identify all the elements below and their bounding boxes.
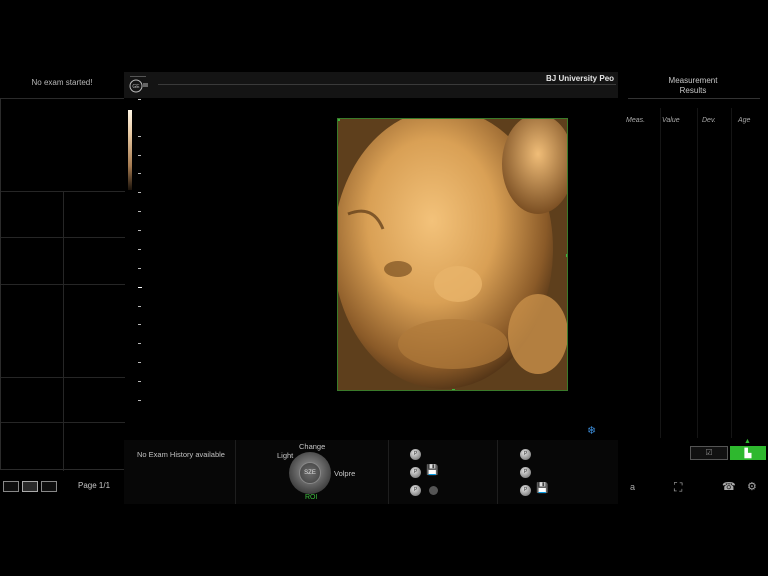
save-disk-icon-2[interactable]: 💾 [536, 483, 548, 494]
col-age: Age [738, 117, 751, 124]
measurement-title: Measurement Results [628, 76, 758, 96]
fetal-3d-image [338, 119, 567, 390]
measurement-divider [628, 98, 760, 99]
col-meas: Meas. [626, 117, 646, 124]
layout-list-button[interactable] [41, 481, 57, 492]
p4-button[interactable]: P [520, 449, 531, 460]
page-indicator: Page 1/1 [78, 481, 111, 490]
svg-text:GE: GE [132, 84, 140, 90]
p3-button[interactable]: P [410, 485, 421, 496]
measurement-title-line1: Measurement [668, 76, 718, 85]
record-icon[interactable] [429, 486, 438, 495]
thumbnail-grid [0, 98, 125, 471]
a-button[interactable]: a [630, 482, 635, 492]
header-bar [124, 72, 618, 98]
change-label: Change [299, 442, 326, 451]
layout-dual-button[interactable] [22, 481, 38, 492]
exam-history-label: No Exam History available [137, 450, 225, 459]
no-exam-label: No exam started! [31, 78, 93, 87]
measurement-title-line2: Results [679, 86, 707, 95]
grayscale-bar [128, 110, 132, 190]
render-roi[interactable] [337, 118, 568, 391]
p2-button[interactable]: P [410, 467, 421, 478]
header-divider [158, 84, 616, 85]
gear-icon[interactable]: ⚙ [747, 480, 757, 493]
save-disk-icon[interactable]: 💾 [426, 465, 438, 476]
p5-button[interactable]: P [520, 467, 531, 478]
roi-label: ROI [305, 494, 318, 501]
light-label: Light [277, 451, 294, 460]
volume-label: Volpre [334, 469, 356, 478]
rotation-center-button[interactable]: SZE [299, 462, 321, 484]
network-icon[interactable]: ⛶ [674, 480, 682, 495]
facility-name: BJ University Peo [546, 74, 615, 83]
ge-logo-icon: GE [129, 76, 148, 93]
chart-view-button[interactable]: ▙ [730, 446, 766, 460]
snowflake-icon: ❄ [587, 425, 597, 437]
p6-button[interactable]: P [520, 485, 531, 496]
report-button[interactable]: ☑ [690, 446, 728, 460]
p1-button[interactable]: P [410, 449, 421, 460]
layout-single-button[interactable] [3, 481, 19, 492]
col-value: Value [662, 117, 680, 124]
arrow-up-icon: ▲ [744, 438, 751, 445]
col-dev: Dev. [702, 117, 716, 124]
phone-icon[interactable]: ☎ [722, 480, 736, 493]
